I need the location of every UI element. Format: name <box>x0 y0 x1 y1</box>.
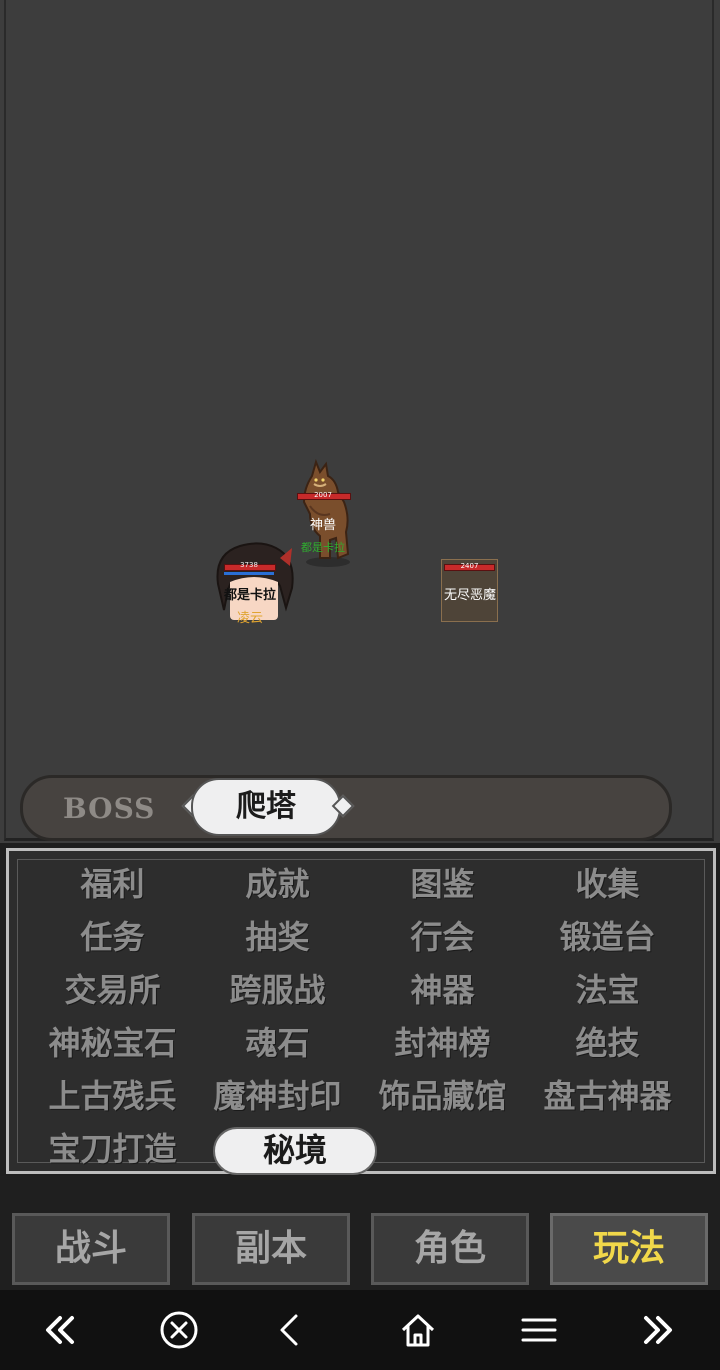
hero-mp-bar <box>224 572 274 575</box>
hero-hp-value: 3738 <box>240 561 258 569</box>
menu-item-artifacts[interactable]: 神器 <box>360 968 525 1021</box>
mode-boss-tab[interactable]: BOSS <box>63 792 155 825</box>
menu-item-welfare[interactable]: 福利 <box>30 862 195 915</box>
menu-item-ultimate-skills[interactable]: 绝技 <box>525 1021 690 1074</box>
menu-item-blade-forging[interactable]: 宝刀打造 <box>30 1127 195 1180</box>
menu-item-achievements[interactable]: 成就 <box>195 862 360 915</box>
feature-menu-grid: 福利 成就 图鉴 收集 任务 抽奖 行会 锻造台 交易所 跨服战 神器 法宝 神… <box>30 862 690 1180</box>
tab-character[interactable]: 角色 <box>371 1213 529 1285</box>
tab-battle[interactable]: 战斗 <box>12 1213 170 1285</box>
menu-item-collection[interactable]: 收集 <box>525 862 690 915</box>
menu-item-ancient-weapons[interactable]: 上古残兵 <box>30 1074 195 1127</box>
double-chevron-left-icon[interactable] <box>40 1310 80 1350</box>
battle-area: 2007 神兽 都是卡拉 3738 都是卡拉 凌云 2407 无尽恶魔 BOSS… <box>0 0 720 843</box>
enemy-name: 无尽恶魔 <box>443 588 496 603</box>
menu-item-treasures[interactable]: 法宝 <box>525 968 690 1021</box>
menu-item-codex[interactable]: 图鉴 <box>360 862 525 915</box>
menu-item-pangu-artifacts[interactable]: 盘古神器 <box>525 1074 690 1127</box>
menu-item-lottery[interactable]: 抽奖 <box>195 915 360 968</box>
beast-hp-value: 2007 <box>314 491 332 499</box>
back-chevron-icon[interactable] <box>270 1310 310 1350</box>
menu-item-soul-stones[interactable]: 魂石 <box>195 1021 360 1074</box>
enemy-hp-value: 2407 <box>460 562 479 570</box>
beast-owner-name: 都是卡拉 <box>301 541 345 554</box>
bottom-tab-bar: 战斗 副本 角色 玩法 <box>0 1176 720 1290</box>
home-icon[interactable] <box>398 1310 438 1350</box>
mode-selector: BOSS 爬塔 <box>20 775 672 841</box>
menu-item-forge[interactable]: 锻造台 <box>525 915 690 968</box>
menu-item-cross-server-battle[interactable]: 跨服战 <box>195 968 360 1021</box>
hero-name: 都是卡拉 <box>223 588 276 603</box>
menu-icon[interactable] <box>519 1310 559 1350</box>
tab-dungeon[interactable]: 副本 <box>192 1213 350 1285</box>
menu-item-exchange[interactable]: 交易所 <box>30 968 195 1021</box>
menu-item-secret-realm[interactable]: 秘境 <box>213 1127 377 1175</box>
mode-tower-tab[interactable]: 爬塔 <box>191 778 341 836</box>
hero-title: 凌云 <box>236 611 263 626</box>
menu-item-quests[interactable]: 任务 <box>30 915 195 968</box>
close-circle-icon[interactable] <box>159 1310 199 1350</box>
menu-item-mystic-gems[interactable]: 神秘宝石 <box>30 1021 195 1074</box>
beast-name: 神兽 <box>309 518 336 533</box>
double-chevron-right-icon[interactable] <box>638 1310 678 1350</box>
menu-item-guild[interactable]: 行会 <box>360 915 525 968</box>
battle-frame <box>4 0 714 841</box>
tab-gameplay[interactable]: 玩法 <box>550 1213 708 1285</box>
menu-item-demon-seal[interactable]: 魔神封印 <box>195 1074 360 1127</box>
menu-item-deity-ranking[interactable]: 封神榜 <box>360 1021 525 1074</box>
menu-item-accessory-vault[interactable]: 饰品藏馆 <box>360 1074 525 1127</box>
system-nav-bar <box>0 1290 720 1370</box>
